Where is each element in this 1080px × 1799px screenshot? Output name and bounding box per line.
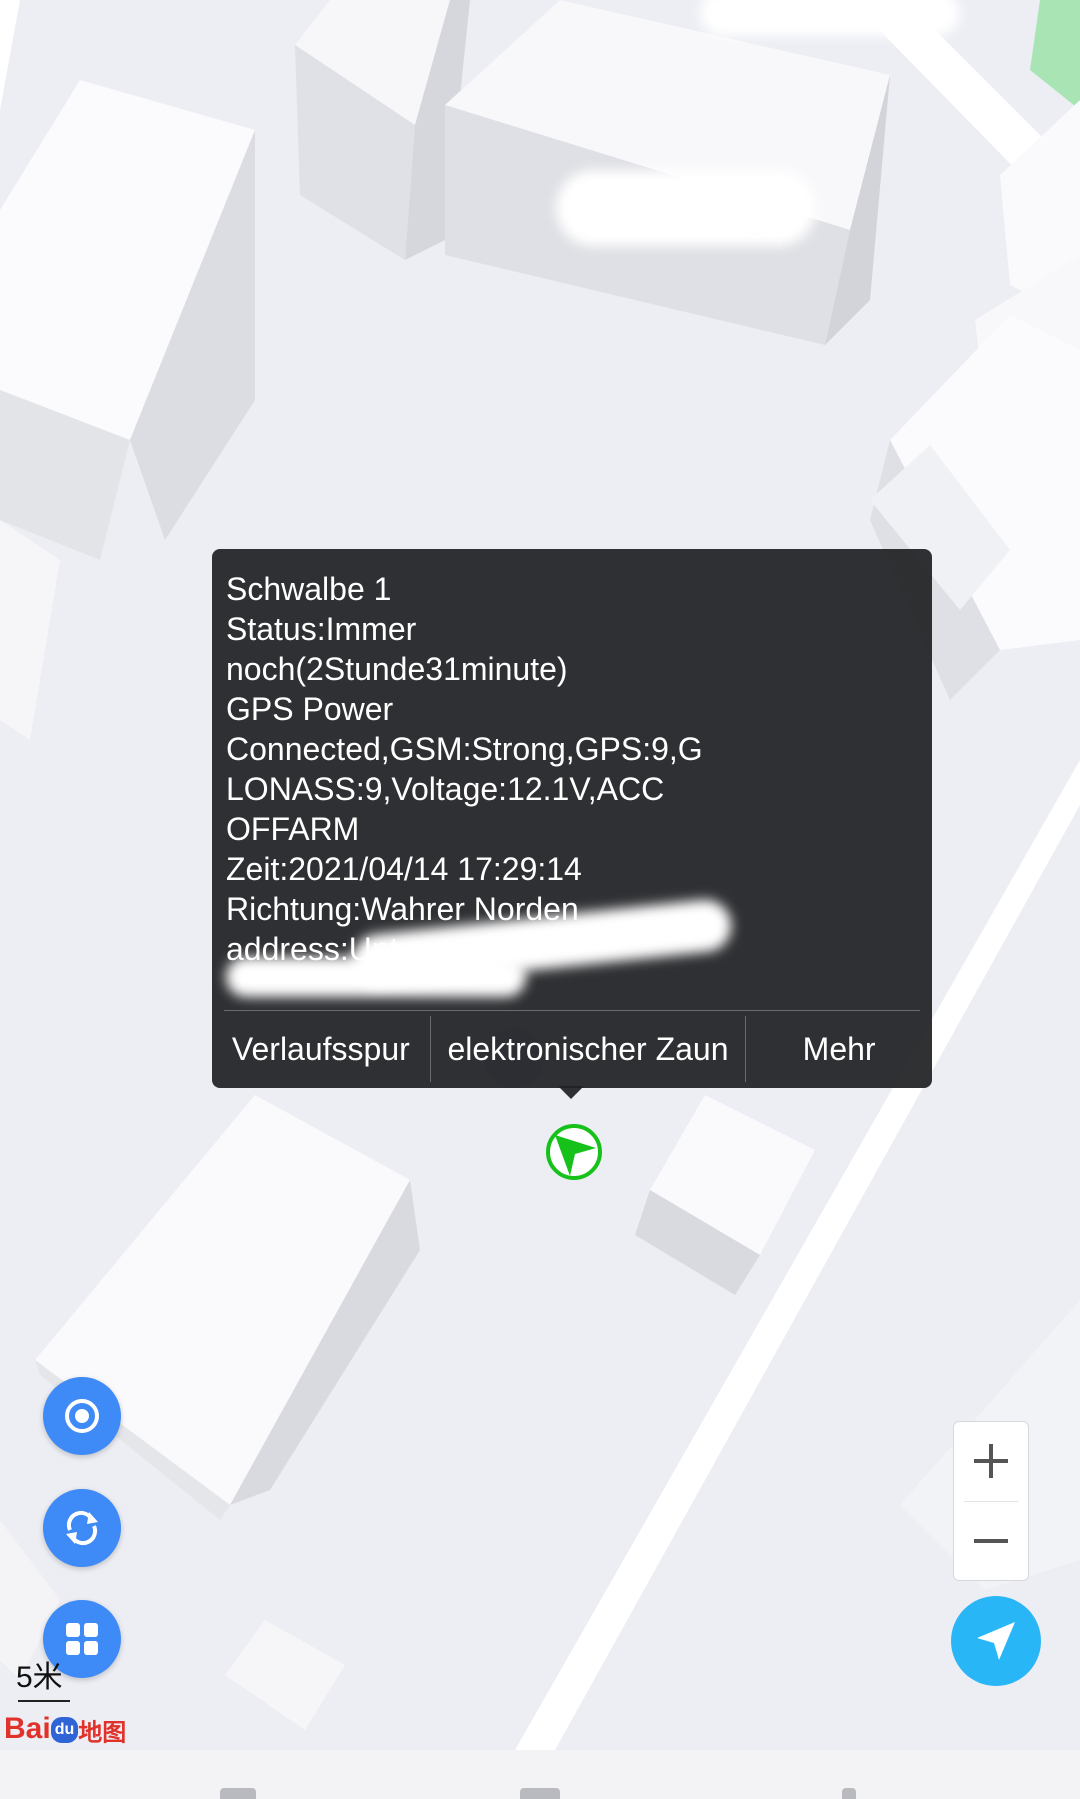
glonass-voltage-line: LONASS:9,Voltage:12.1V,ACC <box>226 771 665 807</box>
target-icon <box>65 1399 99 1433</box>
baidu-map-logo: Bai du 地图 <box>4 1712 126 1748</box>
status-line: Status:Immer <box>226 611 417 647</box>
recents-key[interactable] <box>220 1788 256 1799</box>
navigation-arrow-icon <box>977 1622 1015 1660</box>
home-key[interactable] <box>520 1788 560 1799</box>
zoom-in-button[interactable] <box>954 1422 1028 1500</box>
vehicle-info-popup: Schwalbe 1 Status:Immer noch(2Stunde31mi… <box>212 549 932 1088</box>
minus-icon <box>974 1539 1008 1543</box>
zoom-control <box>953 1421 1029 1581</box>
popup-actions: Verlaufsspur elektronischer Zaun Mehr <box>212 1016 932 1082</box>
logo-bai: Bai <box>4 1712 51 1745</box>
acc-line: OFFARM <box>226 811 360 847</box>
direction-marker-icon <box>546 1124 602 1180</box>
geofence-button[interactable]: elektronischer Zaun <box>429 1016 746 1082</box>
vehicle-name: Schwalbe 1 <box>226 571 392 607</box>
redaction-mark <box>700 0 960 36</box>
logo-du: du <box>50 1717 79 1744</box>
map-scale-bar <box>18 1700 70 1702</box>
redaction-mark <box>226 957 526 997</box>
track-history-button[interactable]: Verlaufsspur <box>212 1016 430 1082</box>
time-line: Zeit:2021/04/14 17:29:14 <box>226 851 582 887</box>
map-scale-label: 5米 <box>16 1661 63 1694</box>
logo-ditu: 地图 <box>78 1719 127 1747</box>
zoom-out-button[interactable] <box>954 1502 1028 1580</box>
popup-divider <box>224 1010 920 1011</box>
popup-pointer <box>558 1086 584 1099</box>
plus-icon <box>974 1444 1008 1478</box>
refresh-button[interactable] <box>43 1489 121 1567</box>
more-button[interactable]: Mehr <box>745 1016 932 1082</box>
refresh-icon <box>66 1510 98 1546</box>
signal-line: Connected,GSM:Strong,GPS:9,G <box>226 731 703 767</box>
power-line: GPS Power <box>226 691 394 727</box>
redaction-mark <box>556 170 816 246</box>
status-duration-line: noch(2Stunde31minute) <box>226 651 568 687</box>
target-button[interactable] <box>43 1377 121 1455</box>
grid-icon <box>66 1623 98 1655</box>
system-nav-bar <box>0 1750 1080 1799</box>
back-key[interactable] <box>842 1788 856 1799</box>
locate-button[interactable] <box>951 1596 1041 1686</box>
